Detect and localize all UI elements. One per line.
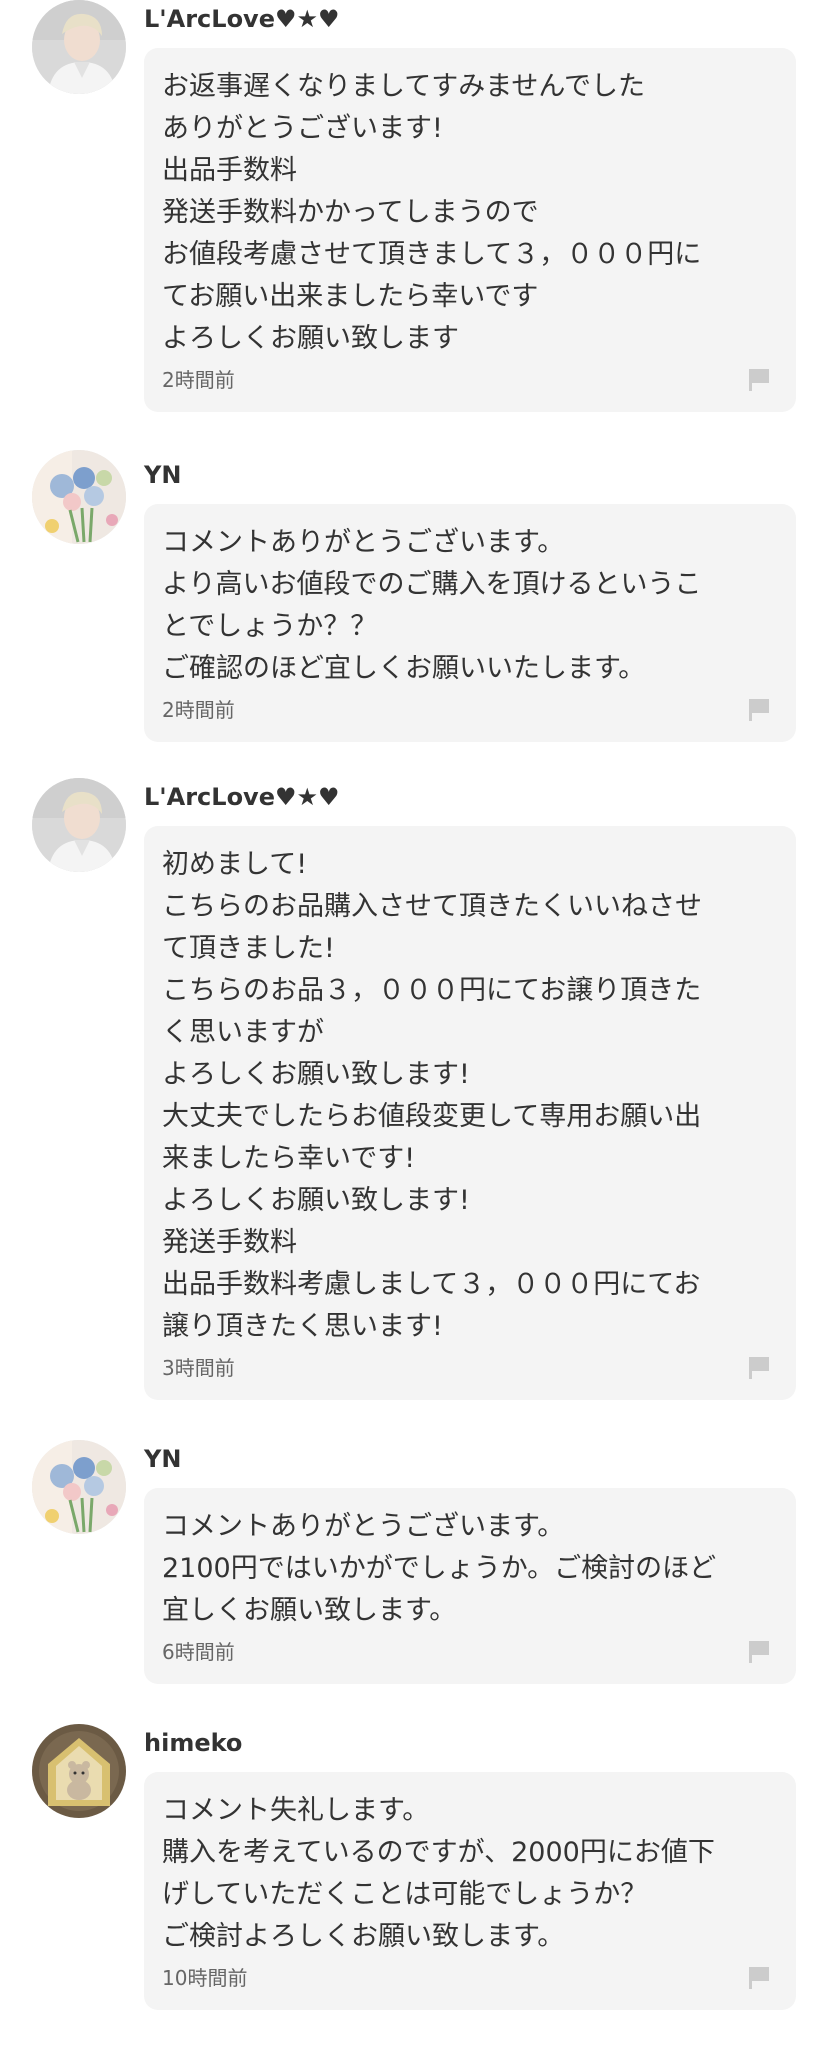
avatar[interactable] <box>32 778 126 872</box>
comment-text: コメントありがとうございます。 より高いお値段でのご購入を頂けるというこ とでし… <box>162 527 702 684</box>
timestamp: 3時間前 <box>162 1356 235 1380</box>
avatar[interactable] <box>32 1724 126 1818</box>
username[interactable]: L'ArcLove♥★♥ <box>144 4 340 34</box>
comment-bubble: コメント失礼します。 購入を考えているのですが、2000円にお値下 げしていただ… <box>144 1772 796 2010</box>
comment-meta: 10時間前 <box>162 1958 774 2010</box>
avatar[interactable] <box>32 0 126 94</box>
username[interactable]: YN <box>144 460 181 490</box>
flag-icon[interactable] <box>746 1354 772 1380</box>
timestamp: 10時間前 <box>162 1966 248 1990</box>
comment-text: コメント失礼します。 購入を考えているのですが、2000円にお値下 げしていただ… <box>162 1795 715 1952</box>
timestamp: 2時間前 <box>162 698 235 722</box>
username[interactable]: himeko <box>144 1728 242 1758</box>
flag-icon[interactable] <box>746 696 772 722</box>
flag-icon[interactable] <box>746 366 772 392</box>
comment-meta: 3時間前 <box>162 1348 774 1400</box>
timestamp: 2時間前 <box>162 368 235 392</box>
flower-bouquet-icon <box>32 450 126 544</box>
avatar[interactable] <box>32 450 126 544</box>
comment-meta: 2時間前 <box>162 690 774 742</box>
bear-house-icon <box>32 1724 126 1818</box>
comment-bubble: コメントありがとうございます。 2100円ではいかがでしょうか。ご検討のほど 宜… <box>144 1488 796 1684</box>
username[interactable]: L'ArcLove♥★♥ <box>144 782 340 812</box>
comment-meta: 2時間前 <box>162 360 774 412</box>
username[interactable]: YN <box>144 1444 181 1474</box>
timestamp: 6時間前 <box>162 1640 235 1664</box>
comment-bubble: 初めまして! こちらのお品購入させて頂きたくいいねさせ て頂きました! こちらの… <box>144 826 796 1400</box>
avatar[interactable] <box>32 1440 126 1534</box>
comment-meta: 6時間前 <box>162 1632 774 1684</box>
comment-bubble: コメントありがとうございます。 より高いお値段でのご購入を頂けるというこ とでし… <box>144 504 796 742</box>
comment-text: お返事遅くなりましてすみませんでした ありがとうございます! 出品手数料 発送手… <box>162 71 702 354</box>
person-photo-icon <box>32 778 126 872</box>
person-photo-icon <box>32 0 126 94</box>
comment-text: 初めまして! こちらのお品購入させて頂きたくいいねさせ て頂きました! こちらの… <box>162 849 702 1342</box>
comment-text: コメントありがとうございます。 2100円ではいかがでしょうか。ご検討のほど 宜… <box>162 1511 717 1626</box>
flag-icon[interactable] <box>746 1638 772 1664</box>
comment-bubble: お返事遅くなりましてすみませんでした ありがとうございます! 出品手数料 発送手… <box>144 48 796 412</box>
flag-icon[interactable] <box>746 1964 772 1990</box>
flower-bouquet-icon <box>32 1440 126 1534</box>
